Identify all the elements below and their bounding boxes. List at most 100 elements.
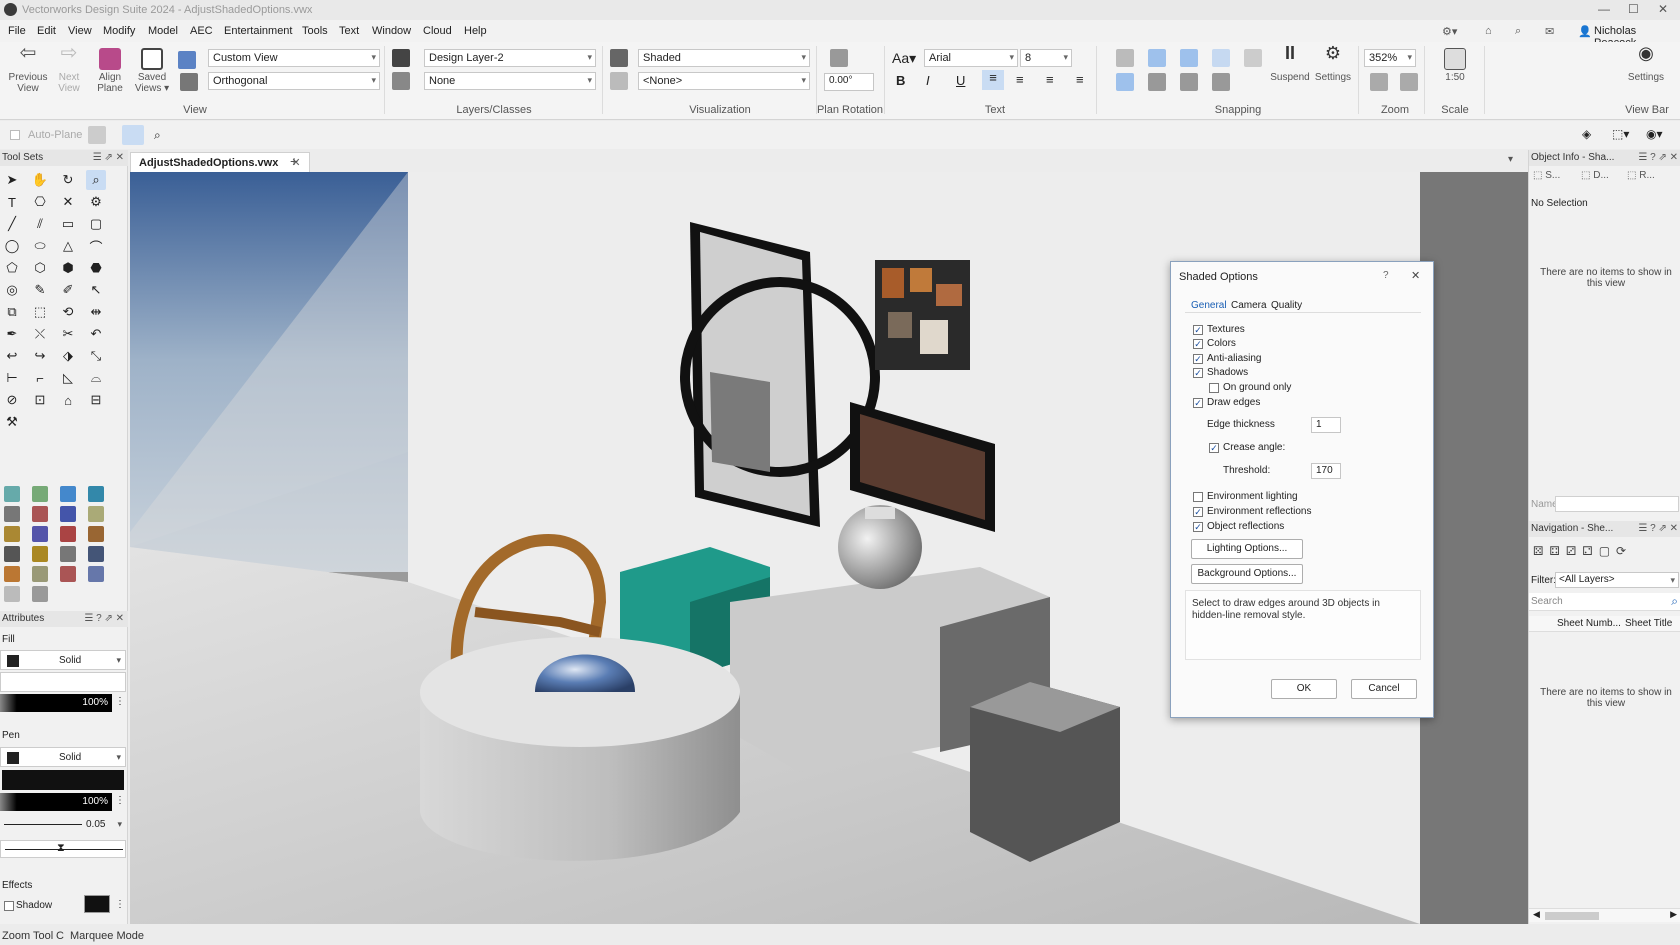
zoom-mode-icon[interactable]: ⌕ [154,128,161,143]
pen-style-dropdown[interactable]: Solid ▾ [0,747,126,767]
column-sheet-number[interactable]: Sheet Numb... [1557,618,1621,629]
line-type-dropdown[interactable]: ⧗ [0,840,126,858]
toolset-button[interactable] [32,586,48,602]
tool-button[interactable]: ◺ [58,368,78,388]
tool-button[interactable]: ◯ [2,236,22,256]
toolset-button[interactable] [88,566,104,582]
ok-button[interactable]: OK [1271,679,1337,699]
environment-lighting-checkbox[interactable] [1193,492,1203,502]
tool-button[interactable]: ⚒ [2,412,22,432]
tool-button[interactable]: ⟲ [58,302,78,322]
menu-file[interactable]: File [8,25,26,37]
toolset-button[interactable] [60,566,76,582]
tool-button[interactable]: ⎔ [30,192,50,212]
tab-camera[interactable]: Camera [1231,300,1267,311]
menu-text[interactable]: Text [339,25,359,37]
tool-button[interactable]: ⊘ [2,390,22,410]
pen-color-field[interactable] [2,770,124,790]
menu-cloud[interactable]: Cloud [423,25,452,37]
toolset-button[interactable] [4,566,20,582]
tool-button[interactable]: ⬚ [30,302,50,322]
toolset-button[interactable] [88,486,104,502]
tool-button[interactable]: ⌕ [86,170,106,190]
home-icon[interactable]: ⌂ [1485,25,1492,37]
anti-aliasing-checkbox[interactable]: ✓ [1193,354,1203,364]
render2-dropdown[interactable]: <None> [638,72,810,90]
tool-button[interactable]: ↖ [86,280,106,300]
object-reflections-checkbox[interactable]: ✓ [1193,522,1203,532]
menu-view[interactable]: View [68,25,92,37]
tool-button[interactable]: ⬡ [30,258,50,278]
more-icon[interactable]: ⋮ [115,795,125,806]
layer-dropdown[interactable]: Design Layer-2 [424,49,596,67]
background-options-button[interactable]: Background Options... [1191,564,1303,584]
snap-point-icon[interactable] [1148,73,1166,91]
viewbar-settings-button[interactable]: ◉ Settings [1624,44,1668,83]
snap-angle-icon[interactable] [1180,49,1198,67]
toolset-button[interactable] [32,546,48,562]
visibility-icon[interactable]: ◈ [1582,127,1591,141]
menu-model[interactable]: Model [148,25,178,37]
font-size-dropdown[interactable]: 8 [1020,49,1072,67]
tool-button[interactable]: ◎ [2,280,22,300]
pen-color-swatch[interactable] [7,752,19,764]
toolset-button[interactable] [4,506,20,522]
toolset-button[interactable] [60,486,76,502]
panel-controls-icon[interactable]: ☰ ? ⇗ ✕ [1638,523,1678,534]
gear-icon[interactable]: ⚙▾ [1442,25,1457,38]
colors-checkbox[interactable]: ✓ [1193,339,1203,349]
shadows-checkbox[interactable]: ✓ [1193,368,1203,378]
tool-button[interactable]: ⤡ [86,346,106,366]
menu-aec[interactable]: AEC [190,25,213,37]
snap-distance-icon[interactable] [1244,49,1262,67]
menu-entertainment[interactable]: Entertainment [224,25,292,37]
toolset-button[interactable] [4,586,20,602]
tool-button[interactable]: ⬣ [86,258,106,278]
tool-button[interactable]: ⤬ [30,324,50,344]
filter-dropdown[interactable]: <All Layers> [1555,572,1679,588]
toolset-button[interactable] [88,506,104,522]
tab-document[interactable]: AdjustShadedOptions.vwx ✕ [130,152,310,172]
tab-quality[interactable]: Quality [1271,300,1302,311]
search-field[interactable]: Search ⌕ [1529,593,1680,611]
toolset-button[interactable] [32,486,48,502]
tab-list-icon[interactable]: ▾ [1508,154,1513,165]
toolset-button[interactable] [4,526,20,542]
font-dropdown[interactable]: Arial [924,49,1018,67]
fit-to-window-icon[interactable] [1370,73,1388,91]
projection-dropdown[interactable]: Orthogonal [208,72,380,90]
name-field[interactable] [1555,496,1679,512]
plan-rotation-icon[interactable] [830,49,848,67]
tool-button[interactable]: △ [58,236,78,256]
align-center-icon[interactable]: ≡ [1016,72,1024,87]
bold-icon[interactable]: B [896,73,905,88]
search-icon[interactable]: ⌕ [1515,25,1521,38]
suspend-button[interactable]: II Suspend [1270,44,1310,83]
tool-button[interactable]: ⌒ [86,236,106,256]
tool-button[interactable]: ↻ [58,170,78,190]
tool-button[interactable]: ⬗ [58,346,78,366]
toolset-button[interactable] [88,526,104,542]
more-icon[interactable]: ⋮ [115,696,125,707]
tool-button[interactable]: ⇹ [86,302,106,322]
working-plane-icon[interactable]: ⬚▾ [1612,127,1629,141]
toolset-button[interactable] [4,486,20,502]
lighting-options-button[interactable]: Lighting Options... [1191,539,1303,559]
toolset-button[interactable] [32,566,48,582]
snap-intersection-icon[interactable] [1212,49,1230,67]
justify-icon[interactable]: ≡ [1076,72,1084,87]
textures-checkbox[interactable]: ✓ [1193,325,1203,335]
previous-view-button[interactable]: ⇦ Previous View [8,43,48,94]
tool-button[interactable]: ⧉ [2,302,22,322]
snap-tangent-icon[interactable] [1116,73,1134,91]
menu-modify[interactable]: Modify [103,25,135,37]
auto-plane-checkbox[interactable] [10,130,20,140]
tool-button[interactable]: ↪ [30,346,50,366]
tab-render[interactable]: ⬚ R... [1627,170,1655,181]
render-mode-dropdown[interactable]: Shaded [638,49,810,67]
tool-button[interactable]: ↶ [86,324,106,344]
tool-button[interactable]: ⊟ [86,390,106,410]
tool-button[interactable]: ✎ [30,280,50,300]
toolset-button[interactable] [88,546,104,562]
menu-tools[interactable]: Tools [302,25,328,37]
